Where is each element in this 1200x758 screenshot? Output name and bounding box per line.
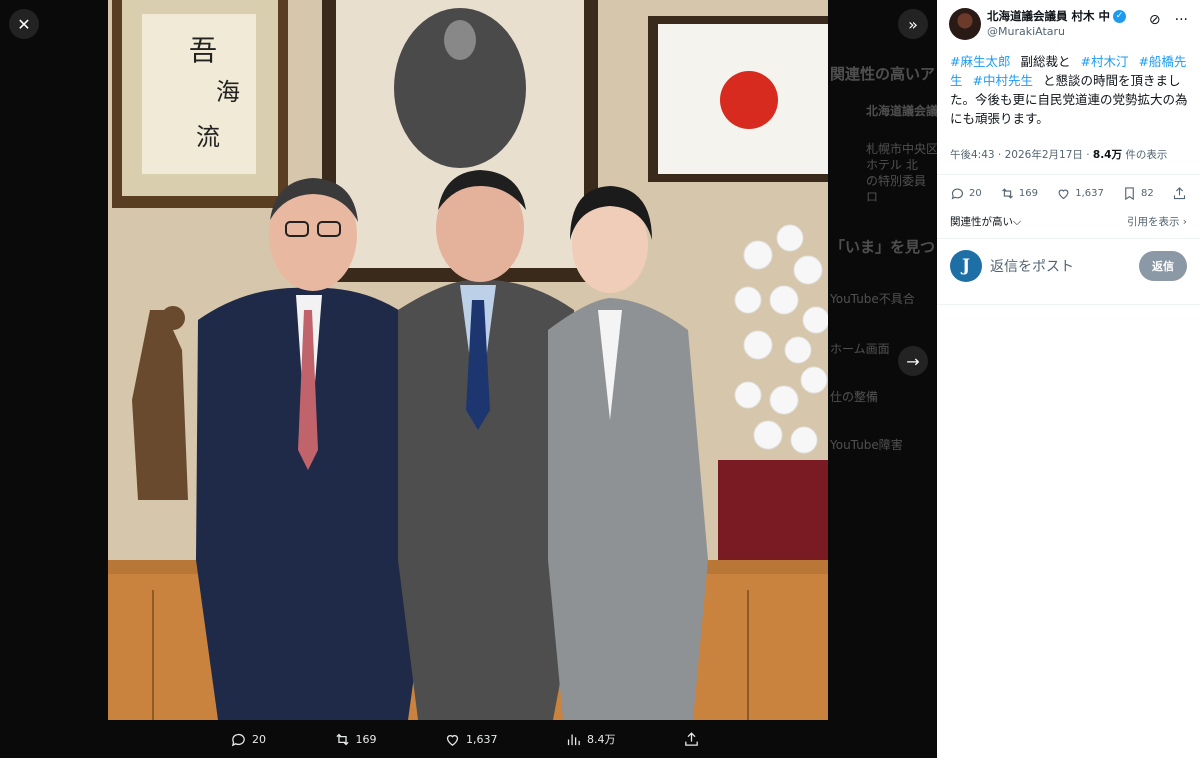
sort-label: 関連性が高い (950, 216, 1013, 228)
heart-icon (1058, 189, 1069, 200)
ghost-trend: 仕の整備 (830, 390, 879, 404)
views-button[interactable]: 8.4万 (565, 731, 616, 748)
hashtag-link[interactable]: #中村先生 (973, 73, 1033, 88)
divider (937, 304, 1200, 305)
sort-dropdown[interactable]: 関連性が高い⌵ (950, 214, 1021, 229)
repost-button[interactable]: 169 (334, 731, 377, 748)
media-action-bar: 20 169 1,637 8.4万 (230, 724, 700, 754)
hashtag-link[interactable]: #村木汀 (1080, 54, 1128, 69)
post-views-count: 8.4万 (1092, 149, 1122, 161)
photo-illustration: 吾 海 流 (108, 0, 828, 720)
ghost-trend: YouTube障害 (830, 438, 903, 452)
reply-button[interactable]: 20 (230, 731, 266, 748)
bookmark-button[interactable]: 82 (1122, 186, 1154, 201)
post-time[interactable]: 午後4:43 (950, 149, 995, 161)
chevron-right-icon: › (1182, 216, 1187, 228)
ghost-post-author: 北海道議会議 (866, 104, 937, 118)
views-count: 8.4万 (587, 733, 616, 746)
like-button[interactable]: 1,637 (1056, 186, 1104, 201)
post-text: #麻生太郎 副総裁と #村木汀 #船橋先生 #中村先生 と懇談の時間を頂きました… (950, 52, 1190, 128)
view-quotes-link[interactable]: 引用を表示 › (1127, 214, 1187, 229)
reply-submit-button[interactable]: 返信 (1139, 251, 1187, 281)
repost-count: 169 (355, 732, 377, 746)
divider (937, 238, 1200, 239)
author-handle[interactable]: @MurakiAtaru (987, 24, 1126, 40)
share-icon (685, 731, 698, 746)
reply-icon (951, 188, 964, 200)
bookmark-count: 82 (1141, 188, 1154, 199)
post-date[interactable]: 2026年2月17日 (1005, 149, 1083, 161)
post-stats-bar: 20 169 1,637 82 (950, 186, 1187, 201)
post-metadata: 午後4:43 · 2026年2月17日 · 8.4万 件の表示 (950, 149, 1168, 161)
hashtag-link[interactable]: #麻生太郎 (950, 54, 1010, 69)
ghost-post-line: ロ (866, 190, 879, 204)
ghost-heading: 「いま」を見つ (830, 238, 936, 256)
reply-count: 20 (252, 732, 266, 746)
like-count: 1,637 (466, 732, 498, 746)
close-icon[interactable]: ✕ (9, 9, 39, 39)
chevron-down-icon: ⌵ (1013, 216, 1021, 228)
ghost-trend: ホーム画面 (830, 342, 890, 356)
ghost-post-line: 札幌市中央区 (866, 142, 937, 156)
post-detail-panel: 北海道議会議員 村木 中 ✓ @MurakiAtaru ⊘ ··· #麻生太郎 … (937, 0, 1200, 758)
ghost-post-line: の特別委員 (866, 174, 927, 188)
repost-icon (335, 733, 349, 745)
reply-icon (231, 733, 245, 746)
ghost-heading: 関連性の高いア (830, 65, 936, 83)
share-icon (1173, 187, 1186, 200)
author-display-name[interactable]: 北海道議会議員 村木 中 (987, 8, 1110, 24)
double-chevron-right-icon[interactable]: » (898, 9, 928, 39)
divider (937, 174, 1200, 175)
repost-count: 169 (1018, 188, 1039, 199)
current-user-avatar[interactable]: J (950, 250, 982, 282)
svg-text:吾: 吾 (189, 34, 217, 67)
repost-button[interactable]: 169 (1000, 186, 1038, 201)
verified-badge-icon: ✓ (1113, 9, 1127, 23)
quotes-label: 引用を表示 (1126, 216, 1180, 228)
like-count: 1,637 (1075, 188, 1104, 199)
reply-count: 20 (969, 188, 982, 199)
reply-input[interactable]: 返信をポスト (990, 256, 1139, 276)
svg-text:流: 流 (196, 123, 220, 151)
post-photo[interactable]: 吾 海 流 (108, 0, 828, 720)
heart-icon (446, 734, 459, 746)
svg-text:海: 海 (216, 78, 240, 106)
share-button[interactable] (683, 731, 700, 748)
reply-sort-row: 関連性が高い⌵ 引用を表示 › (950, 214, 1187, 229)
ghost-trend: YouTube不具合 (830, 292, 915, 306)
bookmark-icon (1125, 187, 1134, 201)
more-icon[interactable]: ··· (1175, 12, 1188, 28)
views-icon (567, 734, 580, 745)
post-author[interactable]: 北海道議会議員 村木 中 ✓ @MurakiAtaru (949, 8, 1127, 40)
grok-icon[interactable]: ⊘ (1149, 12, 1161, 28)
media-viewer: 関連性の高いア 北海道議会議 札幌市中央区 ホテル 北 の特別委員 ロ 「いま」… (0, 0, 937, 758)
arrow-right-icon[interactable]: → (898, 346, 928, 376)
ghost-post-line: ホテル 北 (866, 158, 918, 172)
post-views-label: 件の表示 (1125, 149, 1168, 161)
reply-composer: J 返信をポスト 返信 (950, 250, 1187, 282)
like-button[interactable]: 1,637 (444, 731, 498, 748)
share-button[interactable] (1172, 186, 1187, 201)
author-avatar[interactable] (949, 8, 981, 40)
repost-icon (1002, 188, 1013, 199)
post-text-segment: 副総裁と (1020, 54, 1071, 69)
reply-button[interactable]: 20 (950, 186, 982, 201)
